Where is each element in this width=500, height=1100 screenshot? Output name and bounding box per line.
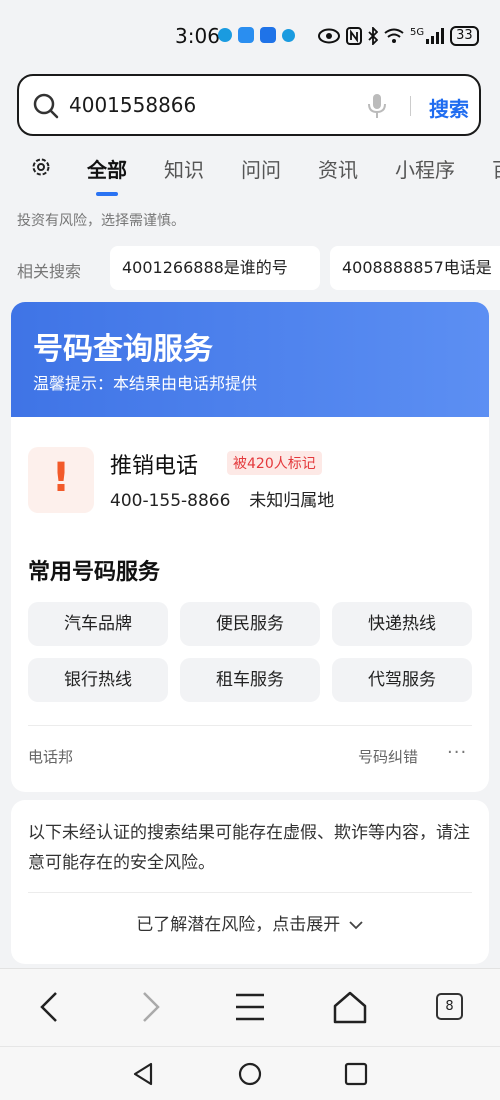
service-button-convenience[interactable]: 便民服务 — [180, 602, 320, 646]
exclamation-icon: ! — [28, 447, 94, 513]
expand-label: 已了解潜在风险，点击展开 — [136, 915, 341, 935]
search-divider — [410, 96, 411, 116]
data-source: 电话邦 — [28, 748, 74, 766]
search-input[interactable]: 4001558866 — [69, 93, 196, 117]
signal-icon — [426, 28, 445, 44]
cloud-notification-icon — [238, 27, 254, 43]
system-nav-bar — [0, 1046, 500, 1100]
system-home-icon[interactable] — [237, 1061, 263, 1087]
risk-divider — [28, 892, 472, 893]
service-button-designated-driver[interactable]: 代驾服务 — [332, 658, 472, 702]
service-button-car-brand[interactable]: 汽车品牌 — [28, 602, 168, 646]
phone-number: 400-155-8866 — [110, 491, 231, 511]
phone-location: 未知归属地 — [249, 491, 335, 511]
category-tabs: 全部 知识 问问 资讯 小程序 百 — [0, 150, 500, 198]
menu-icon[interactable] — [232, 989, 268, 1025]
number-correction-link[interactable]: 号码纠错 — [358, 746, 418, 767]
risk-notice-text: 以下未经认证的搜索结果可能存在虚假、欺诈等内容，请注意可能存在的安全风险。 — [28, 823, 470, 873]
mark-count-badge: 被420人标记 — [227, 451, 322, 475]
back-icon[interactable] — [32, 989, 68, 1025]
bulb-notification-icon — [260, 27, 276, 43]
services-title: 常用号码服务 — [28, 560, 161, 585]
notification-icons — [218, 27, 295, 43]
more-options-icon[interactable]: ··· — [447, 742, 467, 763]
tab-count-button[interactable]: 8 — [436, 993, 463, 1020]
card-header: 号码查询服务 温馨提示：本结果由电话邦提供 — [11, 302, 489, 417]
risk-notice-card: 以下未经认证的搜索结果可能存在虚假、欺诈等内容，请注意可能存在的安全风险。 已了… — [11, 800, 489, 964]
related-searches: 相关搜索 4001266888是谁的号 4008888857电话是 — [0, 246, 500, 290]
tab-news[interactable]: 资讯 — [318, 154, 358, 183]
card-divider — [28, 725, 472, 726]
browser-notification-icon — [282, 29, 295, 42]
number-type-label: 推销电话 — [110, 454, 199, 479]
active-tab-indicator — [96, 192, 118, 196]
card-tip: 温馨提示：本结果由电话邦提供 — [33, 374, 258, 393]
chevron-down-icon — [349, 921, 363, 930]
system-recents-icon[interactable] — [343, 1061, 369, 1087]
number-lookup-card: 号码查询服务 温馨提示：本结果由电话邦提供 ! 推销电话 被420人标记 400… — [11, 302, 489, 792]
nfc-icon — [346, 27, 362, 45]
status-time: 3:06 — [175, 24, 220, 48]
service-button-bank[interactable]: 银行热线 — [28, 658, 168, 702]
tab-qa[interactable]: 问问 — [241, 154, 281, 183]
browser-nav-bar: 8 — [0, 968, 500, 1046]
service-button-car-rental[interactable]: 租车服务 — [180, 658, 320, 702]
related-label: 相关搜索 — [17, 262, 82, 281]
search-bar[interactable]: 4001558866 搜索 — [17, 74, 481, 136]
related-chip[interactable]: 4001266888是谁的号 — [110, 246, 320, 290]
wifi-icon — [384, 28, 404, 43]
related-chip[interactable]: 4008888857电话是 — [330, 246, 500, 290]
network-type: 5G — [410, 26, 425, 38]
tab-knowledge[interactable]: 知识 — [164, 154, 204, 183]
bluetooth-icon — [368, 27, 378, 45]
app-notification-icon — [218, 28, 232, 42]
microphone-icon[interactable] — [366, 93, 388, 119]
tab-more[interactable]: 百 — [492, 154, 500, 183]
card-title: 号码查询服务 — [33, 332, 213, 367]
system-status-icons: 5G 33 — [318, 26, 479, 46]
expand-results-button[interactable]: 已了解潜在风险，点击展开 — [11, 910, 489, 935]
forward-icon[interactable] — [132, 989, 168, 1025]
home-icon[interactable] — [332, 989, 368, 1025]
eye-icon — [318, 28, 340, 44]
investment-disclaimer: 投资有风险，选择需谨慎。 — [17, 213, 185, 229]
tab-mini-programs[interactable]: 小程序 — [395, 154, 455, 183]
tab-all[interactable]: 全部 — [87, 154, 127, 183]
system-back-icon[interactable] — [130, 1061, 156, 1087]
search-icon — [33, 93, 59, 119]
phone-info: 400-155-8866 未知归属地 — [110, 486, 334, 511]
service-button-express[interactable]: 快递热线 — [332, 602, 472, 646]
gear-icon[interactable] — [30, 156, 52, 178]
search-button[interactable]: 搜索 — [429, 93, 469, 122]
battery-indicator: 33 — [450, 26, 479, 46]
status-bar: 3:06 5G 33 — [0, 0, 500, 70]
